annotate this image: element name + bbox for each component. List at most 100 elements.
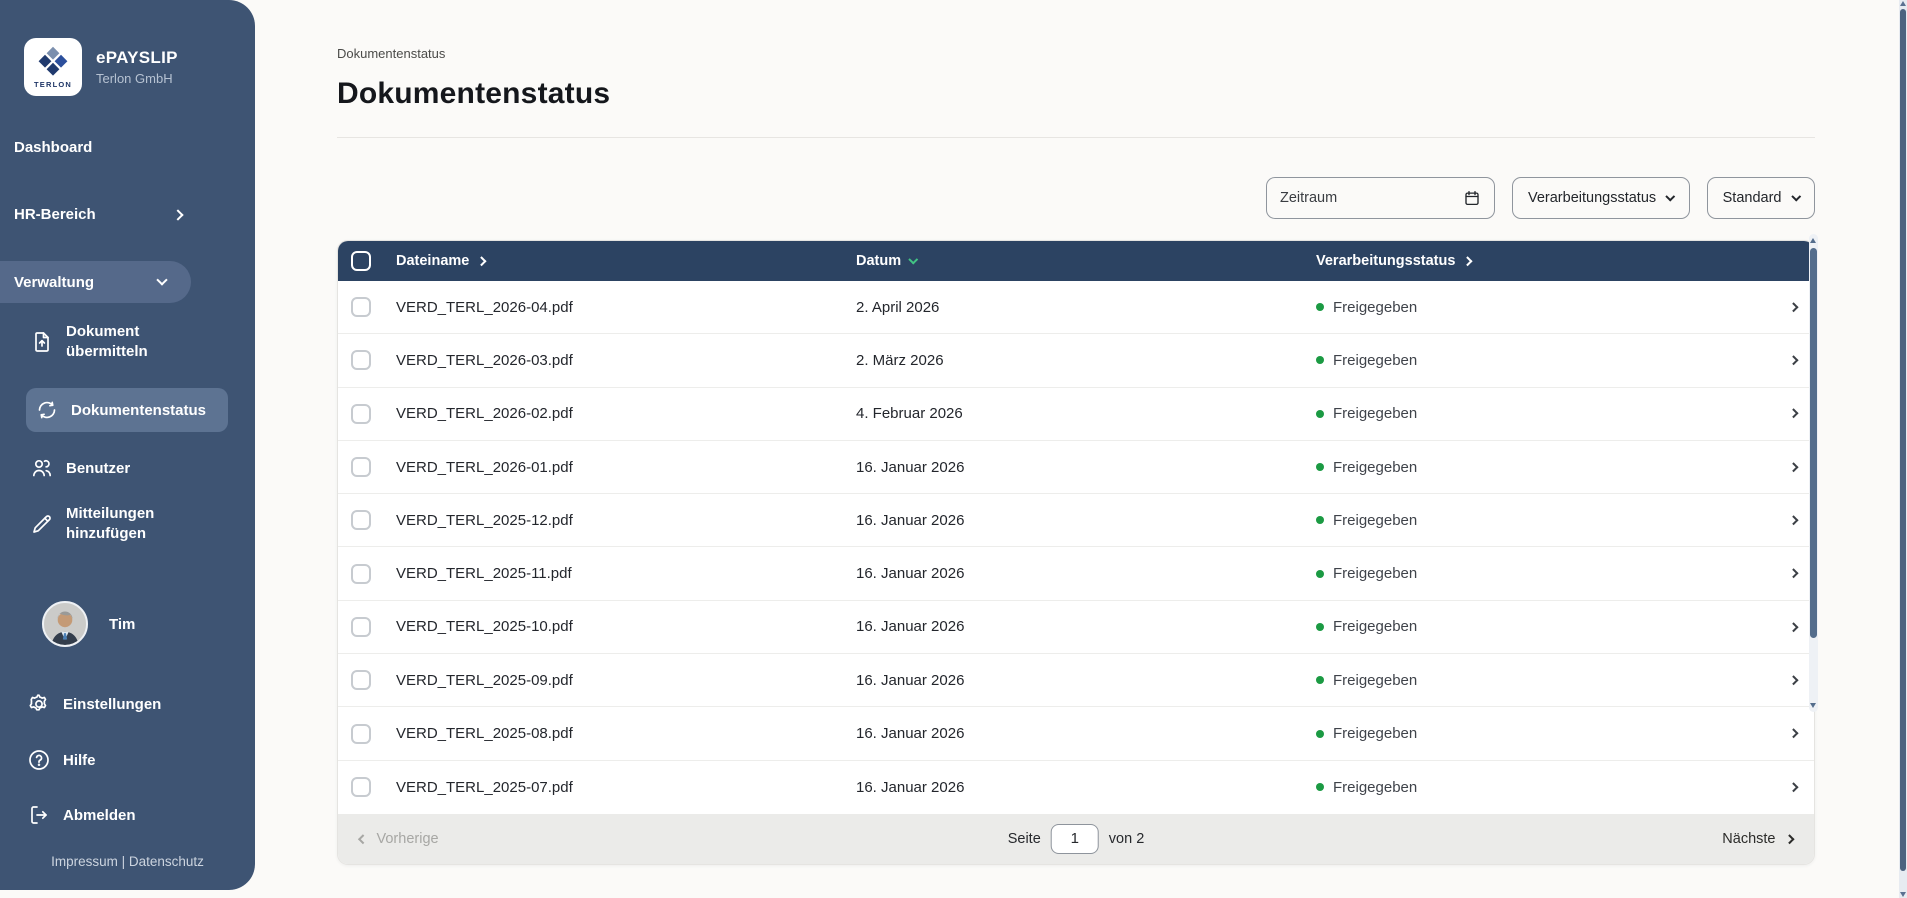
row-checkbox[interactable] xyxy=(351,510,371,530)
column-header-verarbeitungsstatus[interactable]: Verarbeitungsstatus xyxy=(1316,253,1770,269)
verarbeitungsstatus-dropdown[interactable]: Verarbeitungsstatus xyxy=(1512,177,1690,219)
sidebar-item-hilfe[interactable]: Hilfe xyxy=(27,748,96,772)
table-row[interactable]: VERD_TERL_2026-02.pdf 4. Februar 2026 Fr… xyxy=(338,388,1814,441)
file-name: VERD_TERL_2026-04.pdf xyxy=(396,299,856,316)
date-value: 4. Februar 2026 xyxy=(856,405,1316,422)
row-chevron-right-icon[interactable] xyxy=(1788,783,1797,792)
sidebar-item-dashboard[interactable]: Dashboard xyxy=(14,139,182,156)
page-scrollbar-thumb[interactable] xyxy=(1900,9,1906,871)
table-row[interactable]: VERD_TERL_2025-07.pdf 16. Januar 2026 Fr… xyxy=(338,761,1814,814)
status-dot-icon xyxy=(1316,463,1324,471)
sidebar-item-label: Dokumentenstatus xyxy=(71,402,206,419)
row-chevron-right-icon[interactable] xyxy=(1788,729,1797,738)
scroll-down-arrow-icon[interactable] xyxy=(1900,892,1906,897)
status-badge: Freigegeben xyxy=(1316,672,1770,689)
sidebar-item-dokumentenstatus[interactable]: Dokumentenstatus xyxy=(26,388,228,432)
row-chevron-right-icon[interactable] xyxy=(1788,676,1797,685)
zeitraum-filter[interactable] xyxy=(1266,177,1495,219)
next-label: Nächste xyxy=(1722,831,1775,847)
status-badge: Freigegeben xyxy=(1316,405,1770,422)
table-row[interactable]: VERD_TERL_2025-11.pdf 16. Januar 2026 Fr… xyxy=(338,547,1814,600)
sidebar-item-label: HR-Bereich xyxy=(14,206,96,223)
sidebar-user[interactable]: Tim xyxy=(42,601,135,647)
row-checkbox[interactable] xyxy=(351,297,371,317)
table-row[interactable]: VERD_TERL_2025-12.pdf 16. Januar 2026 Fr… xyxy=(338,494,1814,547)
status-dot-icon xyxy=(1316,516,1324,524)
column-header-datum[interactable]: Datum xyxy=(856,253,1316,269)
scroll-up-arrow-icon[interactable] xyxy=(1810,238,1816,243)
previous-page-button[interactable]: Vorherige xyxy=(360,831,439,847)
previous-label: Vorherige xyxy=(377,831,439,847)
legal-links[interactable]: Impressum | Datenschutz xyxy=(0,854,255,869)
sidebar-item-verwaltung[interactable]: Verwaltung xyxy=(0,261,191,303)
chevron-right-icon xyxy=(1784,834,1793,843)
scroll-up-arrow-icon[interactable] xyxy=(1900,1,1906,6)
table-row[interactable]: VERD_TERL_2025-08.pdf 16. Januar 2026 Fr… xyxy=(338,707,1814,760)
page-scrollbar[interactable] xyxy=(1899,0,1907,898)
row-checkbox[interactable] xyxy=(351,564,371,584)
sidebar-item-hr-bereich[interactable]: HR-Bereich xyxy=(14,206,182,223)
table-row[interactable]: VERD_TERL_2026-03.pdf 2. März 2026 Freig… xyxy=(338,334,1814,387)
status-badge: Freigegeben xyxy=(1316,299,1770,316)
status-label: Freigegeben xyxy=(1333,512,1417,529)
sync-status-icon xyxy=(35,398,59,422)
help-icon xyxy=(27,748,51,772)
row-checkbox[interactable] xyxy=(351,777,371,797)
row-chevron-right-icon[interactable] xyxy=(1788,356,1797,365)
zeitraum-input[interactable] xyxy=(1280,190,1430,206)
table-row[interactable]: VERD_TERL_2026-04.pdf 2. April 2026 Frei… xyxy=(338,281,1814,334)
status-dot-icon xyxy=(1316,570,1324,578)
breadcrumb[interactable]: Dokumentenstatus xyxy=(337,0,1815,61)
row-chevron-right-icon[interactable] xyxy=(1788,622,1797,631)
column-label: Datum xyxy=(856,253,901,269)
row-checkbox[interactable] xyxy=(351,670,371,690)
column-header-dateiname[interactable]: Dateiname xyxy=(396,253,856,269)
sidebar-item-mitteilungen-hinzufuegen[interactable]: Mitteilungen hinzufügen xyxy=(30,504,216,544)
row-chevron-right-icon[interactable] xyxy=(1788,303,1797,312)
table-row[interactable]: VERD_TERL_2025-09.pdf 16. Januar 2026 Fr… xyxy=(338,654,1814,707)
row-chevron-right-icon[interactable] xyxy=(1788,516,1797,525)
row-chevron-right-icon[interactable] xyxy=(1788,462,1797,471)
sidebar-item-einstellungen[interactable]: Einstellungen xyxy=(27,692,161,716)
row-checkbox[interactable] xyxy=(351,457,371,477)
scroll-down-arrow-icon[interactable] xyxy=(1810,703,1816,708)
file-name: VERD_TERL_2025-10.pdf xyxy=(396,618,856,635)
row-checkbox[interactable] xyxy=(351,617,371,637)
sidebar-item-label: Dokument übermitteln xyxy=(66,322,216,362)
table-row[interactable]: VERD_TERL_2025-10.pdf 16. Januar 2026 Fr… xyxy=(338,601,1814,654)
dropdown-label: Verarbeitungsstatus xyxy=(1528,190,1656,206)
of-label: von 2 xyxy=(1109,831,1145,847)
ansicht-dropdown[interactable]: Standard xyxy=(1707,177,1815,219)
row-checkbox[interactable] xyxy=(351,404,371,424)
row-checkbox[interactable] xyxy=(351,350,371,370)
chevron-left-icon xyxy=(359,834,368,843)
avatar xyxy=(42,601,88,647)
sidebar-item-benutzer[interactable]: Benutzer xyxy=(30,456,130,480)
page-number-input[interactable] xyxy=(1051,824,1099,854)
sidebar-item-label: Einstellungen xyxy=(63,696,161,713)
row-chevron-right-icon[interactable] xyxy=(1788,569,1797,578)
document-upload-icon xyxy=(30,330,54,354)
table-scrollbar-thumb[interactable] xyxy=(1810,248,1817,638)
status-dot-icon xyxy=(1316,303,1324,311)
status-label: Freigegeben xyxy=(1333,672,1417,689)
sort-chevron-right-icon xyxy=(477,256,486,265)
users-icon xyxy=(30,456,54,480)
table-rows: VERD_TERL_2026-04.pdf 2. April 2026 Frei… xyxy=(338,281,1814,814)
select-all-checkbox[interactable] xyxy=(351,251,371,271)
sidebar-item-label: Mitteilungen hinzufügen xyxy=(66,504,216,544)
table-row[interactable]: VERD_TERL_2026-01.pdf 16. Januar 2026 Fr… xyxy=(338,441,1814,494)
app-company: Terlon GmbH xyxy=(96,71,178,86)
next-page-button[interactable]: Nächste xyxy=(1722,831,1792,847)
avatar-image xyxy=(44,603,86,645)
sidebar-item-dokument-uebermitteln[interactable]: Dokument übermitteln xyxy=(30,322,216,362)
row-chevron-right-icon[interactable] xyxy=(1788,409,1797,418)
sidebar-item-abmelden[interactable]: Abmelden xyxy=(27,803,136,827)
column-label: Dateiname xyxy=(396,253,469,269)
status-badge: Freigegeben xyxy=(1316,725,1770,742)
gear-icon xyxy=(27,692,51,716)
documents-table: Dateiname Datum Verarbeitungsstatus VERD… xyxy=(337,240,1815,865)
date-value: 16. Januar 2026 xyxy=(856,779,1316,796)
table-scrollbar[interactable] xyxy=(1809,234,1818,712)
row-checkbox[interactable] xyxy=(351,724,371,744)
